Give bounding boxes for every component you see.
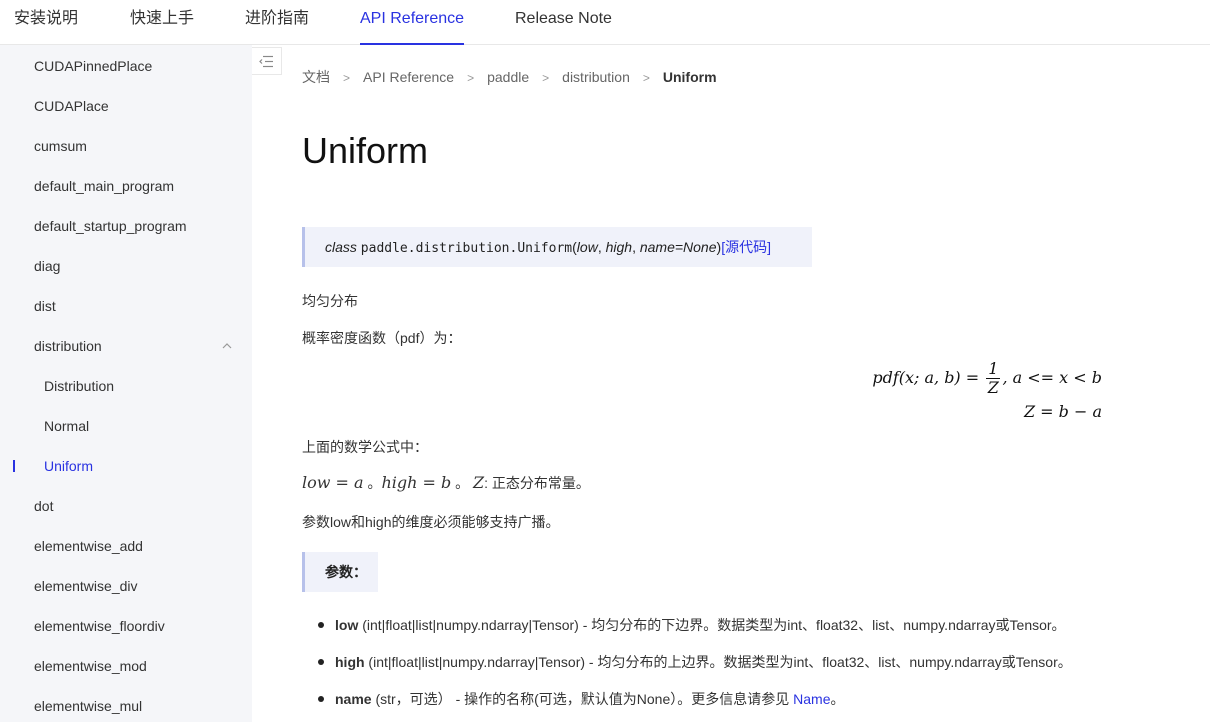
breadcrumb-separator: > bbox=[642, 71, 650, 85]
formula-fraction: 1Z bbox=[986, 359, 1001, 397]
sidebar-item-cudaplace[interactable]: CUDAPlace bbox=[0, 86, 252, 126]
sidebar-item-label: CUDAPlace bbox=[34, 98, 109, 114]
sidebar-item-label: elementwise_mod bbox=[34, 658, 147, 674]
formula-z: Z = b − a bbox=[1023, 402, 1102, 421]
formula-pdf-left: pdf(x; a, b) = bbox=[872, 368, 980, 387]
list-item: high (int|float|list|numpy.ndarray|Tenso… bbox=[318, 649, 1072, 686]
signature-arg-high: high bbox=[605, 239, 633, 255]
signature-path: paddle.distribution.Uniform bbox=[360, 241, 573, 256]
param-desc: (int|float|list|numpy.ndarray|Tensor) - … bbox=[364, 654, 1072, 670]
sidebar-item-elementwise-mod[interactable]: elementwise_mod bbox=[0, 646, 252, 686]
tab-release-note[interactable]: Release Note bbox=[515, 0, 612, 45]
signature-arg-low: low bbox=[576, 239, 598, 255]
sidebar-item-default-main-program[interactable]: default_main_program bbox=[0, 166, 252, 206]
text-sep: 。 bbox=[451, 475, 474, 491]
sidebar-item-normal[interactable]: Normal bbox=[0, 406, 252, 446]
sidebar-item-label: Distribution bbox=[44, 378, 115, 394]
param-desc: (str，可选） - 操作的名称(可选，默认值为None）。更多信息请参见 bbox=[371, 691, 794, 707]
sidebar-item-label: elementwise_floordiv bbox=[34, 618, 165, 634]
sidebar-item-dist[interactable]: dist bbox=[0, 286, 252, 326]
tab-quickstart[interactable]: 快速上手 bbox=[130, 0, 194, 45]
params-heading: 参数： bbox=[302, 552, 378, 592]
description-uniform: 均匀分布 bbox=[302, 293, 358, 309]
sidebar-item-default-startup-program[interactable]: default_startup_program bbox=[0, 206, 252, 246]
math-z: Z bbox=[473, 473, 485, 492]
param-desc-tail: 。 bbox=[830, 691, 845, 707]
tab-advanced-guide[interactable]: 进阶指南 bbox=[245, 0, 309, 45]
math-low: low = a bbox=[302, 473, 364, 492]
sidebar-item-label: elementwise_mul bbox=[34, 698, 143, 714]
breadcrumb-item-current: Uniform bbox=[662, 69, 717, 85]
sidebar-item-elementwise-mul[interactable]: elementwise_mul bbox=[0, 686, 252, 722]
breadcrumb-item-distribution[interactable]: distribution bbox=[562, 69, 630, 85]
chevron-up-icon[interactable] bbox=[220, 326, 234, 366]
sidebar-item-cudapinnedplace[interactable]: CUDAPinnedPlace bbox=[0, 46, 252, 86]
breadcrumb-separator: > bbox=[542, 71, 550, 85]
breadcrumb-item-paddle[interactable]: paddle bbox=[487, 69, 529, 85]
sidebar-item-distribution[interactable]: distribution bbox=[0, 326, 252, 366]
description-formula-intro: 上面的数学公式中： bbox=[302, 439, 428, 455]
breadcrumb-separator: > bbox=[467, 71, 475, 85]
signature-comma: , bbox=[632, 239, 640, 255]
breadcrumb-item-api-reference[interactable]: API Reference bbox=[363, 69, 454, 85]
source-code-link[interactable]: [源代码] bbox=[721, 239, 771, 255]
tab-api-reference[interactable]: API Reference bbox=[360, 0, 465, 45]
sidebar-item-label: default_main_program bbox=[34, 178, 175, 194]
list-item: name (str，可选） - 操作的名称(可选，默认值为None）。更多信息请… bbox=[318, 686, 1072, 722]
sidebar-item-label: diag bbox=[34, 258, 61, 274]
sidebar-item-cumsum[interactable]: cumsum bbox=[0, 126, 252, 166]
top-nav: 安装说明 快速上手 进阶指南 API Reference Release Not… bbox=[0, 0, 1210, 45]
main-content: 文档 > API Reference > paddle > distribution > Uni… bbox=[252, 45, 1210, 722]
sidebar-item-dot[interactable]: dot bbox=[0, 486, 252, 526]
sidebar-item-elementwise-floordiv[interactable]: elementwise_floordiv bbox=[0, 606, 252, 646]
tab-install[interactable]: 安装说明 bbox=[14, 0, 78, 45]
formula-pdf: pdf(x; a, b) = 1Z, a <= x < b bbox=[872, 360, 1102, 397]
sidebar-item-label: Uniform bbox=[44, 458, 94, 474]
sidebar-item-elementwise-add[interactable]: elementwise_add bbox=[0, 526, 252, 566]
signature-comma: , bbox=[597, 239, 606, 255]
formula-pdf-right: , a <= x < b bbox=[1002, 368, 1102, 387]
param-name-name: name bbox=[335, 691, 372, 707]
text-z-desc: : 正态分布常量。 bbox=[484, 475, 590, 491]
breadcrumb-separator: > bbox=[343, 71, 351, 85]
breadcrumb-item-docs[interactable]: 文档 bbox=[302, 67, 330, 87]
breadcrumb: 文档 > API Reference > paddle > distribution > Uni… bbox=[302, 67, 717, 87]
sidebar-item-distribution-class[interactable]: Distribution bbox=[0, 366, 252, 406]
description-variables: low = a 。high = b 。 Z: 正态分布常量。 bbox=[302, 473, 590, 493]
active-indicator bbox=[13, 460, 15, 472]
sidebar: CUDAPinnedPlace CUDAPlace cumsum default… bbox=[0, 45, 252, 722]
sidebar-item-label: dist bbox=[34, 298, 56, 314]
sidebar-item-label: dot bbox=[34, 498, 54, 514]
description-pdf: 概率密度函数（pdf）为： bbox=[302, 330, 462, 346]
name-doc-link[interactable]: Name bbox=[793, 691, 830, 707]
param-desc: (int|float|list|numpy.ndarray|Tensor) - … bbox=[358, 617, 1066, 633]
signature-keyword: class bbox=[325, 239, 357, 255]
sidebar-item-diag[interactable]: diag bbox=[0, 246, 252, 286]
sidebar-item-label: distribution bbox=[34, 338, 102, 354]
text-sep: 。 bbox=[363, 475, 382, 491]
sidebar-item-label: CUDAPinnedPlace bbox=[34, 58, 153, 74]
page-title: Uniform bbox=[302, 130, 429, 171]
sidebar-item-label: Normal bbox=[44, 418, 90, 434]
list-item: low (int|float|list|numpy.ndarray|Tensor… bbox=[318, 612, 1072, 649]
description-broadcast: 参数low和high的维度必须能够支持广播。 bbox=[302, 514, 560, 530]
sidebar-item-elementwise-div[interactable]: elementwise_div bbox=[0, 566, 252, 606]
sidebar-item-label: cumsum bbox=[34, 138, 87, 154]
param-name-high: high bbox=[335, 654, 365, 670]
param-name-low: low bbox=[335, 617, 359, 633]
sidebar-item-label: elementwise_div bbox=[34, 578, 138, 594]
sidebar-item-label: elementwise_add bbox=[34, 538, 143, 554]
class-signature: class paddle.distribution.Uniform(low, h… bbox=[302, 227, 812, 267]
signature-arg-name: name=None bbox=[639, 239, 717, 255]
sidebar-item-label: default_startup_program bbox=[34, 218, 187, 234]
sidebar-item-uniform[interactable]: Uniform bbox=[0, 446, 252, 486]
fraction-numerator: 1 bbox=[986, 359, 1001, 379]
fraction-denominator: Z bbox=[987, 378, 999, 397]
math-high: high = b bbox=[381, 473, 452, 492]
params-list: low (int|float|list|numpy.ndarray|Tensor… bbox=[318, 612, 1072, 722]
